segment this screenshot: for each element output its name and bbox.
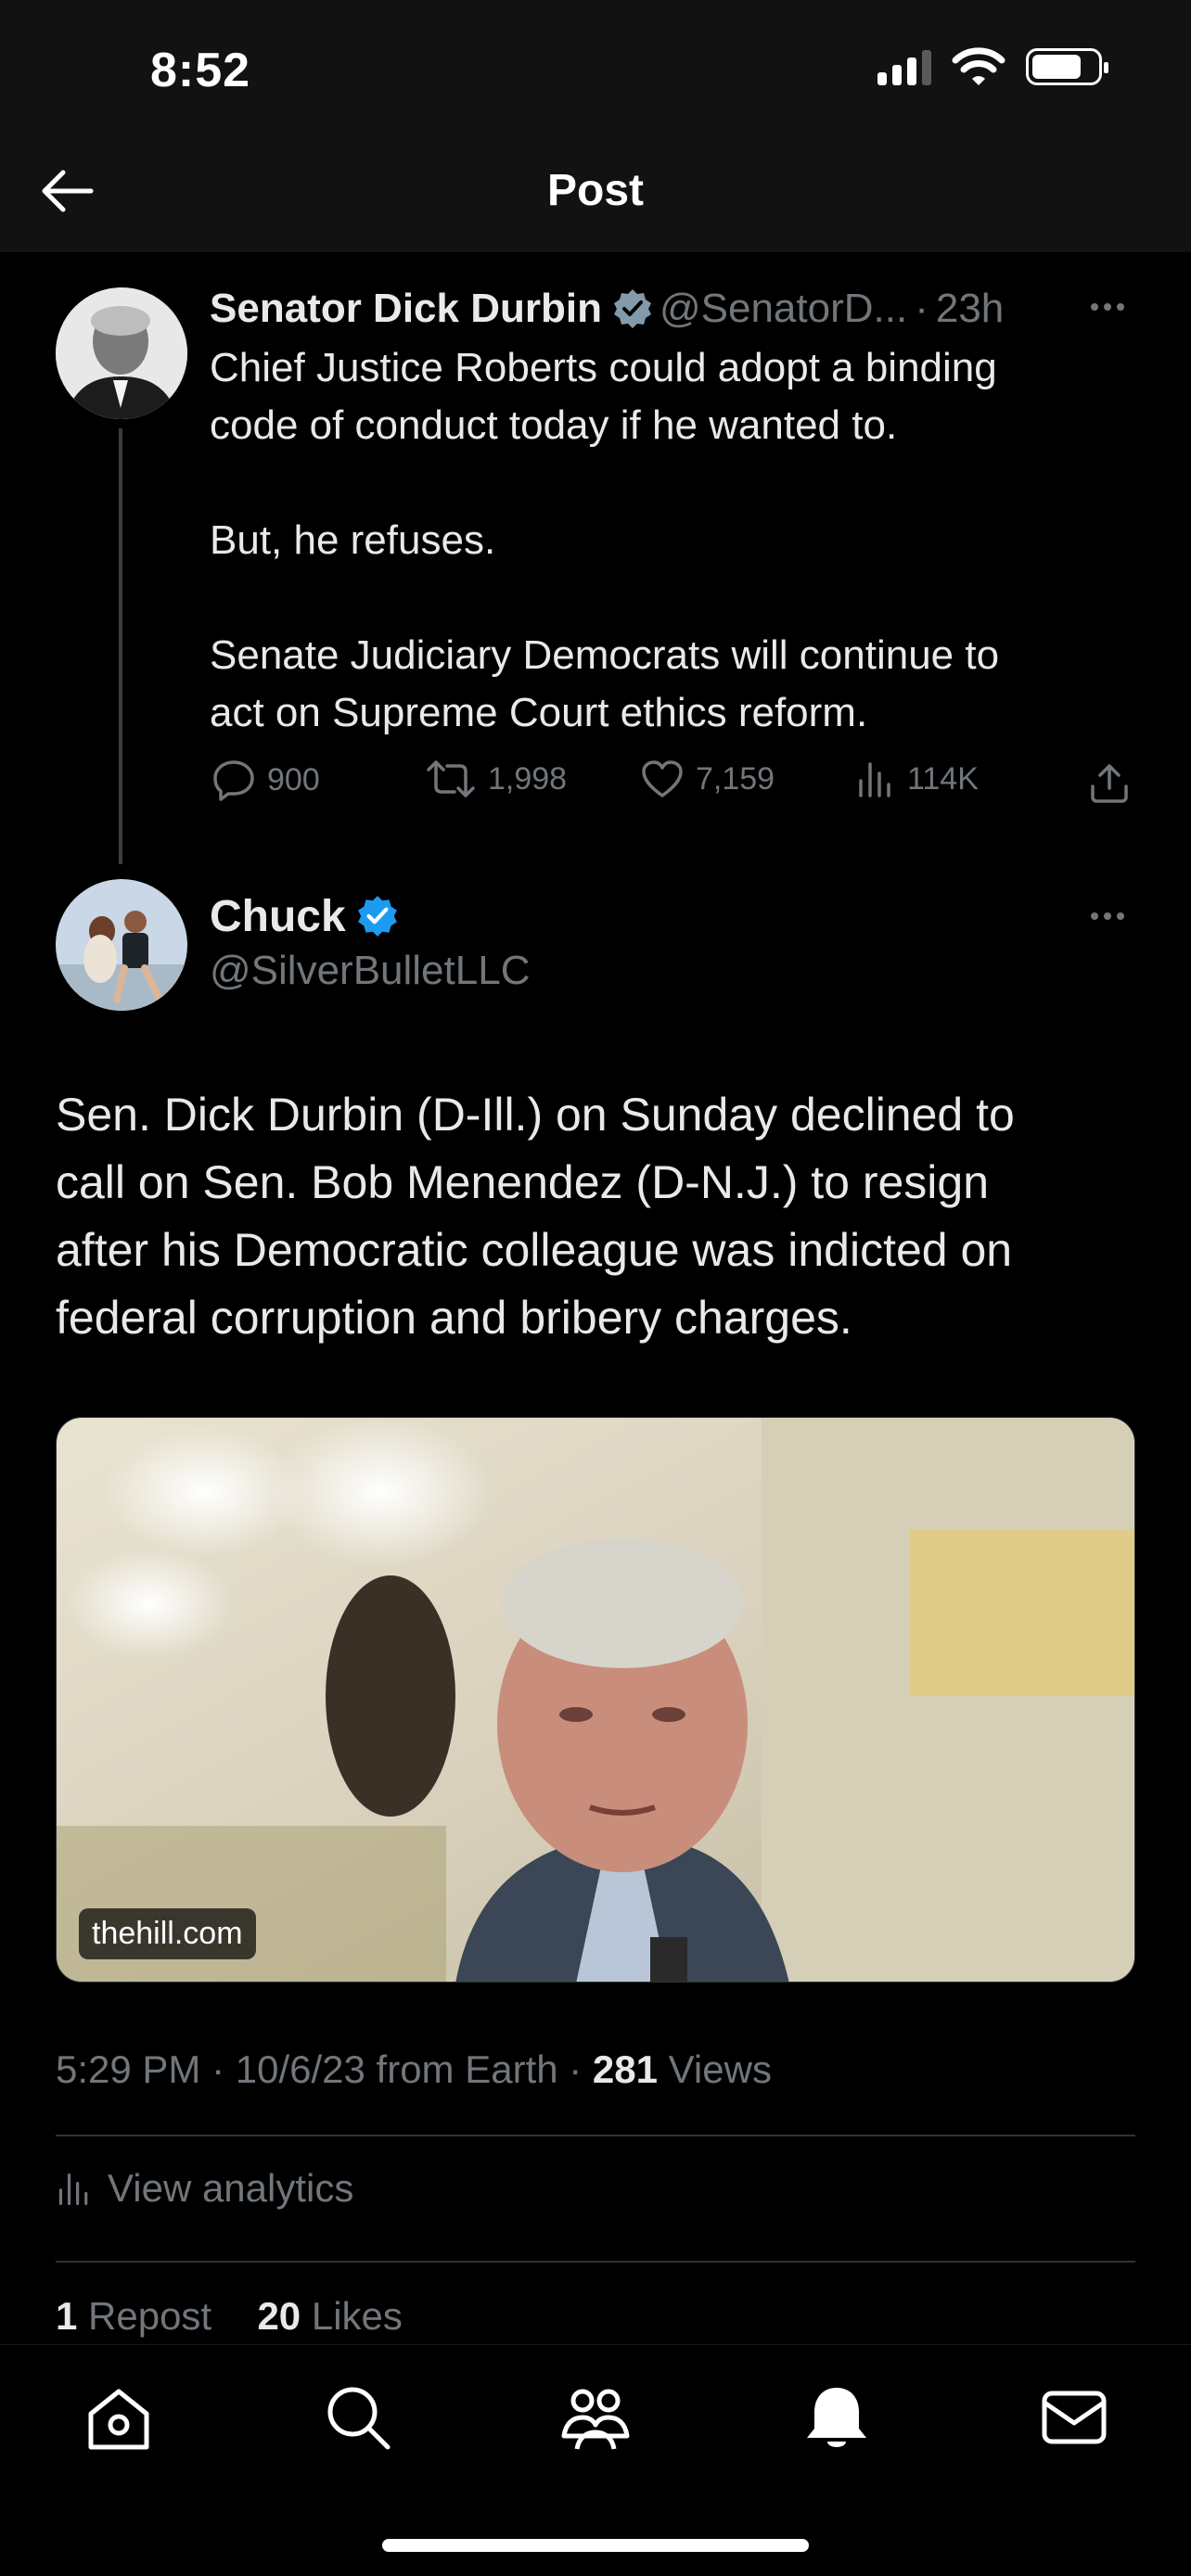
parent-author-name[interactable]: Senator Dick Durbin xyxy=(210,286,602,332)
parent-action-bar: 900 1,998 7,159 114K xyxy=(210,759,1141,810)
signal-icon xyxy=(877,48,931,85)
likes-link[interactable]: 20 Likes xyxy=(257,2294,402,2338)
repost-count-value: 1 xyxy=(56,2294,78,2338)
reply-icon xyxy=(213,760,254,801)
status-time: 8:52 xyxy=(150,44,251,97)
like-button[interactable]: 7,159 xyxy=(640,759,775,799)
parent-time-ago: 23h xyxy=(935,286,1005,331)
separator-dot: · xyxy=(915,286,928,331)
parent-author-handle[interactable]: @SenatorD... xyxy=(660,286,907,332)
repost-count: 1,998 xyxy=(488,760,568,797)
like-count: 7,159 xyxy=(696,760,775,797)
views-label: Views xyxy=(658,2047,772,2091)
thread-connector xyxy=(119,428,122,864)
communities-icon[interactable] xyxy=(558,2380,633,2455)
heart-icon xyxy=(642,760,683,797)
views-icon xyxy=(859,762,890,797)
parent-tweet-text: Chief Justice Roberts could adopt a bind… xyxy=(210,345,1000,735)
search-icon[interactable] xyxy=(321,2380,395,2455)
reply-button[interactable]: 900 xyxy=(211,759,320,801)
views-button[interactable]: 114K xyxy=(855,759,979,799)
divider xyxy=(56,2261,1135,2263)
notifications-icon[interactable] xyxy=(800,2380,874,2455)
battery-icon xyxy=(1026,48,1108,85)
messages-icon[interactable] xyxy=(1037,2380,1111,2455)
repost-icon xyxy=(427,760,475,797)
post-timestamp: 5:29 PM · 10/6/23 from Earth · xyxy=(56,2047,593,2091)
home-icon[interactable] xyxy=(82,2380,156,2455)
verified-badge-icon xyxy=(357,896,397,937)
reply-count: 900 xyxy=(267,761,320,797)
home-indicator[interactable] xyxy=(382,2539,809,2552)
top-bar: 8:52 Post xyxy=(0,0,1191,252)
link-card-image[interactable]: thehill.com xyxy=(56,1417,1135,1983)
post-screen: 8:52 Post Senator Dick Durbin @SenatorD.… xyxy=(0,0,1191,2576)
views-count: 114K xyxy=(907,760,979,797)
analytics-icon xyxy=(58,2173,88,2205)
share-icon[interactable] xyxy=(1087,760,1132,805)
main-more-icon[interactable] xyxy=(1091,912,1124,920)
main-author-row: Chuck xyxy=(210,888,400,944)
parent-more-icon[interactable] xyxy=(1091,303,1124,311)
main-author-avatar[interactable] xyxy=(56,879,187,1011)
view-analytics-label: View analytics xyxy=(108,2166,354,2210)
divider xyxy=(56,2135,1135,2136)
reposts-link[interactable]: 1 Repost xyxy=(56,2294,211,2338)
page-title: Post xyxy=(546,166,644,215)
parent-author-row: Senator Dick Durbin @SenatorD... · 23h xyxy=(210,284,1004,334)
engagement-counts: 1 Repost 20 Likes xyxy=(56,2294,403,2339)
post-meta: 5:29 PM · 10/6/23 from Earth · 281 Views xyxy=(56,2047,772,2092)
main-author-handle[interactable]: @SilverBulletLLC xyxy=(210,948,530,994)
wifi-icon xyxy=(952,47,1005,85)
likes-count-value: 20 xyxy=(257,2294,301,2338)
status-icons xyxy=(877,46,1108,87)
repost-label: Repost xyxy=(77,2294,212,2338)
likes-label: Likes xyxy=(301,2294,403,2338)
main-tweet-text: Sen. Dick Durbin (D-Ill.) on Sunday decl… xyxy=(56,1089,1015,1344)
verified-badge-icon xyxy=(613,289,651,328)
views-count-value: 281 xyxy=(592,2047,658,2091)
main-author-name[interactable]: Chuck xyxy=(210,891,346,942)
link-domain-label: thehill.com xyxy=(79,1908,256,1959)
view-analytics-button[interactable]: View analytics xyxy=(56,2166,353,2211)
parent-author-avatar[interactable] xyxy=(56,287,187,419)
repost-button[interactable]: 1,998 xyxy=(425,759,567,799)
